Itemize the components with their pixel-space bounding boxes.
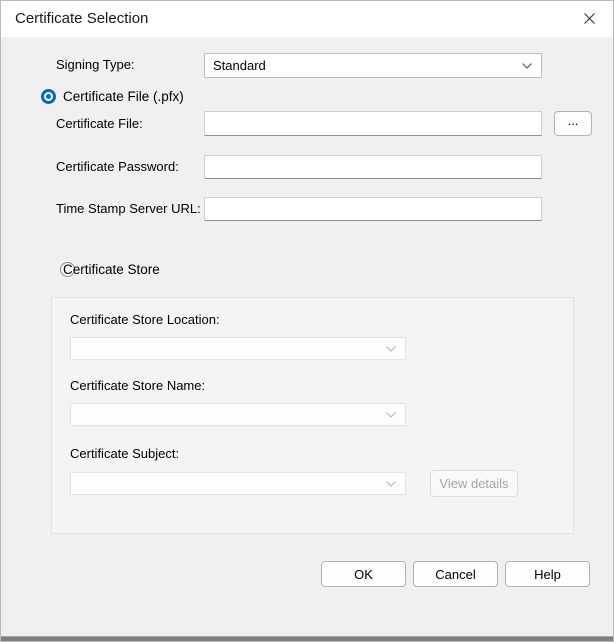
store-name-label: Certificate Store Name: [70,378,205,393]
help-button-label: Help [534,567,561,582]
store-location-label: Certificate Store Location: [70,312,220,327]
close-icon [583,12,596,25]
certificate-password-label: Certificate Password: [56,155,179,179]
ok-button-label: OK [354,567,373,582]
chevron-down-icon [521,62,533,70]
page-title: Certificate Selection [15,1,148,37]
ok-button[interactable]: OK [321,561,406,587]
chevron-down-icon [385,345,397,353]
chevron-down-icon [385,411,397,419]
help-button[interactable]: Help [505,561,590,587]
store-name-select[interactable] [70,403,406,426]
certificate-file-radio-label: Certificate File (.pfx) [63,89,184,104]
certificate-store-group: Certificate Store Location: Certificate … [51,297,574,534]
timestamp-server-url-label: Time Stamp Server URL: [56,197,201,221]
store-location-select[interactable] [70,337,406,360]
certificate-file-radio[interactable] [41,89,56,104]
signing-type-label: Signing Type: [56,53,135,77]
timestamp-server-url-input[interactable] [204,197,542,221]
signing-type-select[interactable]: Standard [204,53,542,78]
close-button[interactable] [567,1,611,35]
certificate-subject-label: Certificate Subject: [70,446,179,461]
signing-type-value: Standard [213,58,521,73]
cancel-button[interactable]: Cancel [413,561,498,587]
certificate-password-input[interactable] [204,155,542,179]
certificate-selection-dialog: Certificate Selection Signing Type: Stan… [0,0,614,642]
browse-button-label: ... [568,113,579,128]
certificate-subject-select[interactable] [70,472,406,495]
title-bar: Certificate Selection [1,1,613,37]
view-details-button[interactable]: View details [430,470,518,497]
certificate-file-input[interactable] [204,111,542,136]
window-bottom-edge [1,636,613,641]
view-details-button-label: View details [439,476,508,491]
certificate-store-radio-label: Certificate Store [63,262,160,277]
cancel-button-label: Cancel [435,567,475,582]
certificate-file-label: Certificate File: [56,111,143,136]
browse-button[interactable]: ... [554,111,592,136]
chevron-down-icon [385,480,397,488]
